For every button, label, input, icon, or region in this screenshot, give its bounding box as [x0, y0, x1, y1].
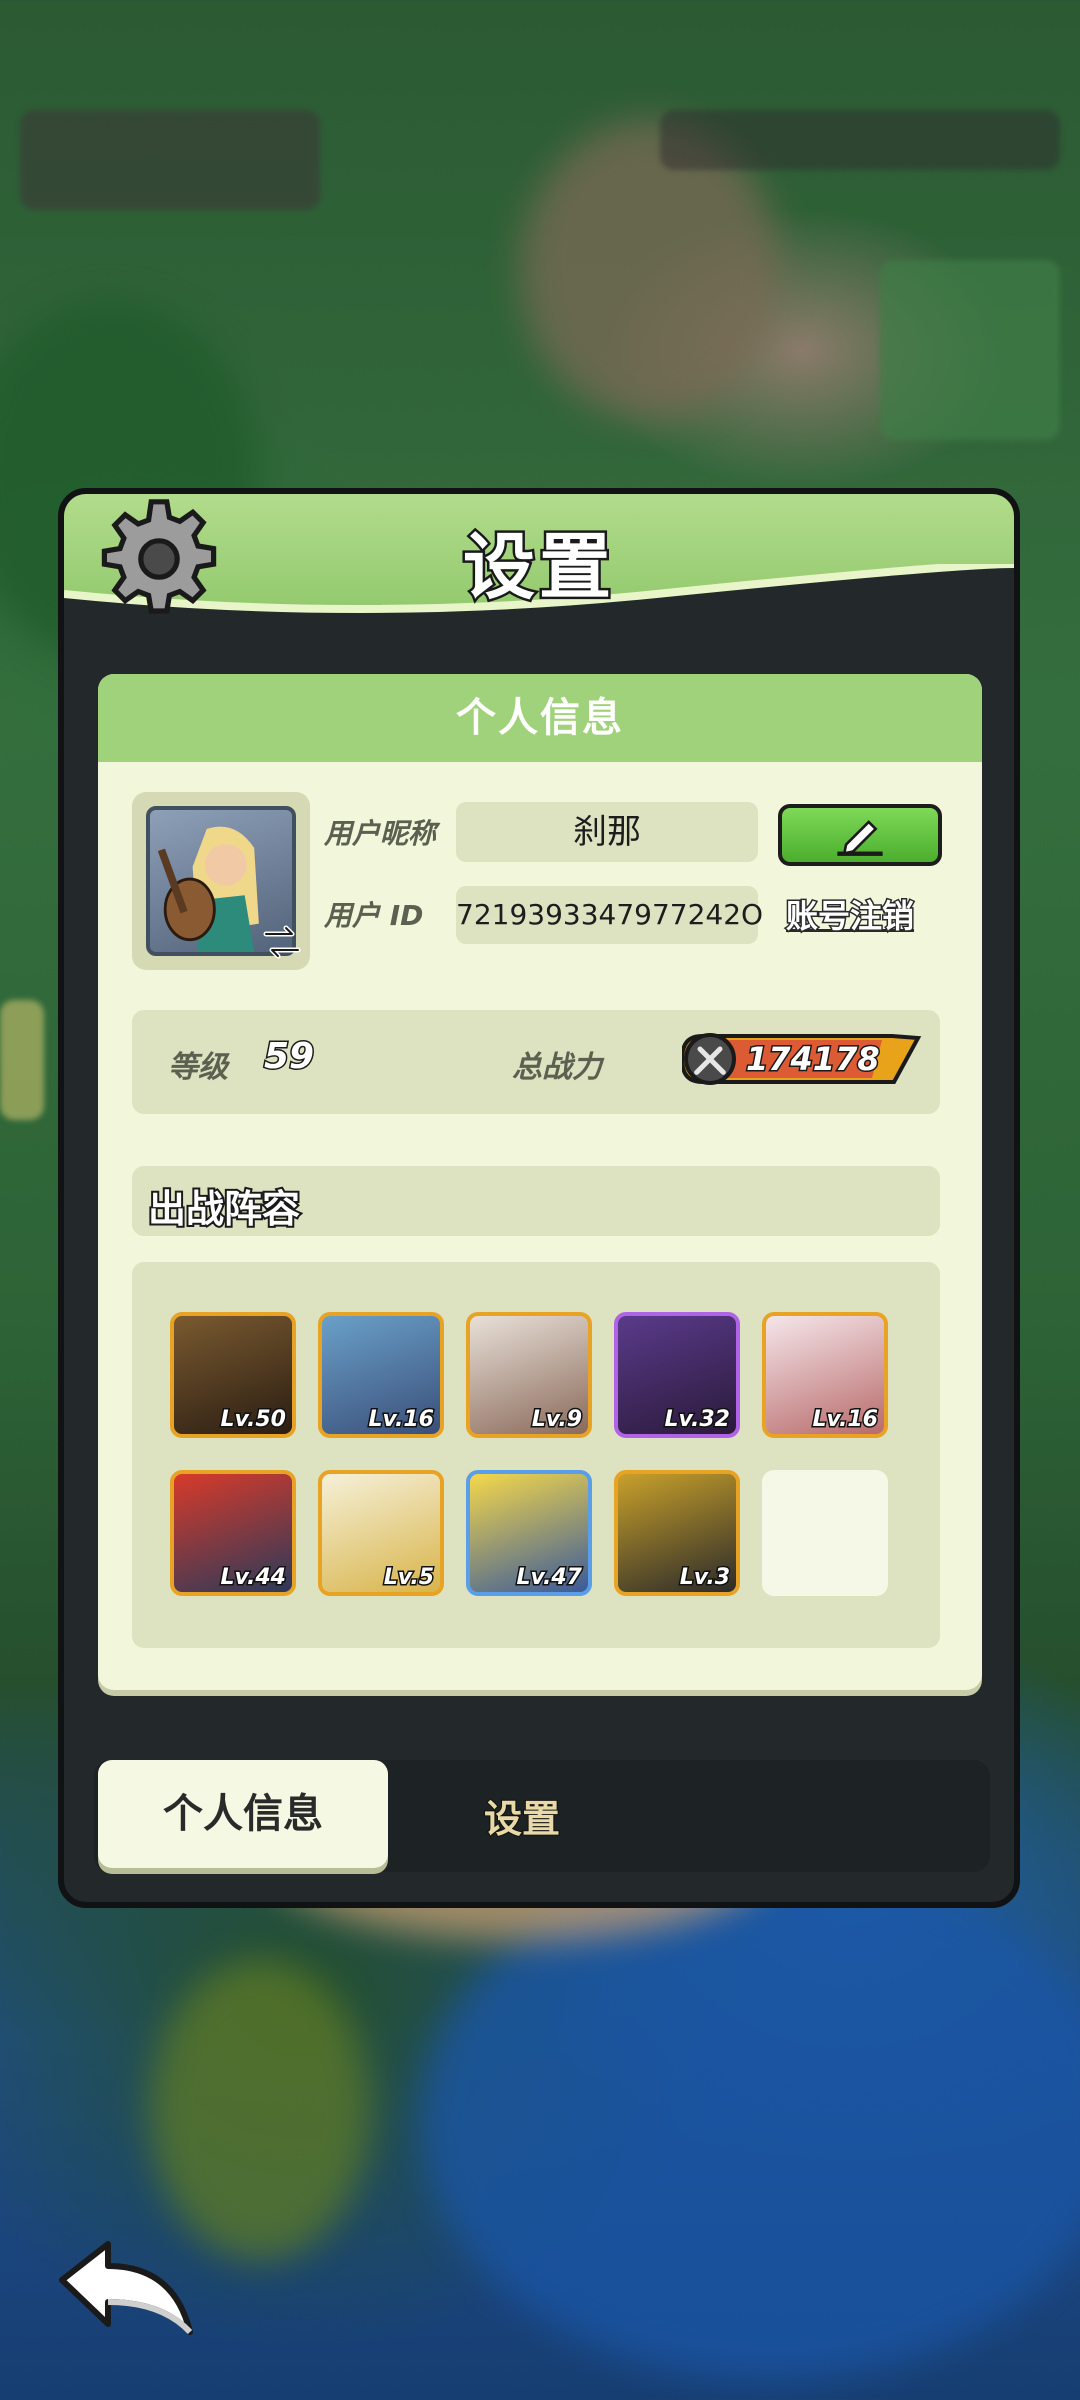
- pencil-icon: [837, 820, 883, 856]
- hero-slot-6[interactable]: Lv.44: [170, 1470, 296, 1596]
- hero-level: Lv.16: [811, 1406, 880, 1434]
- level-label: 等级: [168, 1050, 228, 1085]
- hero-level: Lv.16: [367, 1406, 436, 1434]
- hero-level: Lv.9: [530, 1406, 583, 1434]
- bg-resource-hud: [660, 110, 1060, 170]
- power-label: 总战力: [512, 1050, 602, 1085]
- hero-level: Lv.44: [219, 1564, 288, 1592]
- hero-slot-9[interactable]: Lv.3: [614, 1470, 740, 1596]
- hero-slot-5[interactable]: Lv.16: [762, 1312, 888, 1438]
- hero-level: Lv.50: [219, 1406, 288, 1434]
- avatar-frame[interactable]: [132, 792, 310, 970]
- power-badge: 174178: [682, 1030, 922, 1088]
- lineup-header: 出战阵容: [132, 1166, 940, 1236]
- edit-nickname-button[interactable]: [778, 804, 942, 866]
- swap-icon[interactable]: [260, 920, 304, 964]
- hero-slot-8[interactable]: Lv.47: [466, 1470, 592, 1596]
- user-id-label: 用户 ID: [324, 899, 424, 932]
- hero-slot-3[interactable]: Lv.9: [466, 1312, 592, 1438]
- user-id-field: 7219393347977242O: [456, 886, 763, 944]
- bg-minimap: [880, 260, 1060, 440]
- hero-slot-1[interactable]: Lv.50: [170, 1312, 296, 1438]
- dialog-title: 设置: [460, 523, 615, 612]
- stats-strip: 等级 59 总战力 174178: [132, 1010, 940, 1114]
- nickname-field: 刹那: [456, 802, 758, 862]
- hero-level: Lv.47: [515, 1564, 584, 1592]
- level-value: 59: [262, 1035, 315, 1079]
- bg-player-hud: [20, 110, 320, 210]
- hero-slot-2[interactable]: Lv.16: [318, 1312, 444, 1438]
- cancel-account-link[interactable]: 账号注销: [784, 891, 915, 937]
- tab-personal-info[interactable]: 个人信息: [98, 1760, 388, 1868]
- bg-pine: [150, 1960, 370, 2260]
- hero-level: Lv.32: [663, 1406, 732, 1434]
- hero-slot-empty[interactable]: [762, 1470, 888, 1596]
- profile-card: 个人信息 用户昵称 刹那 用户 ID 7219393347977242O 账号注…: [98, 674, 982, 1690]
- tab-bar: 个人信息 设置: [94, 1760, 990, 1872]
- hero-slot-4[interactable]: Lv.32: [614, 1312, 740, 1438]
- back-arrow-icon[interactable]: [54, 2236, 204, 2346]
- hero-slot-7[interactable]: Lv.5: [318, 1470, 444, 1596]
- bg-side-button: [0, 1000, 44, 1120]
- dialog-header: 设置: [64, 494, 1014, 644]
- lineup-grid: Lv.50 Lv.16 Lv.9 Lv.32 Lv.16 Lv.44 Lv.5 …: [132, 1262, 940, 1648]
- hero-level: Lv.3: [678, 1564, 731, 1592]
- tab-settings[interactable]: 设置: [483, 1788, 561, 1843]
- nickname-label: 用户昵称: [324, 817, 437, 850]
- sword-icon: [694, 1046, 726, 1075]
- section-header: 个人信息: [98, 674, 982, 762]
- power-value: 174178: [745, 1039, 882, 1080]
- lineup-title: 出战阵容: [146, 1185, 302, 1233]
- settings-dialog: 设置 个人信息 用户昵称 刹那 用户 ID 7219393347977242O …: [58, 488, 1020, 1908]
- hero-level: Lv.5: [382, 1564, 435, 1592]
